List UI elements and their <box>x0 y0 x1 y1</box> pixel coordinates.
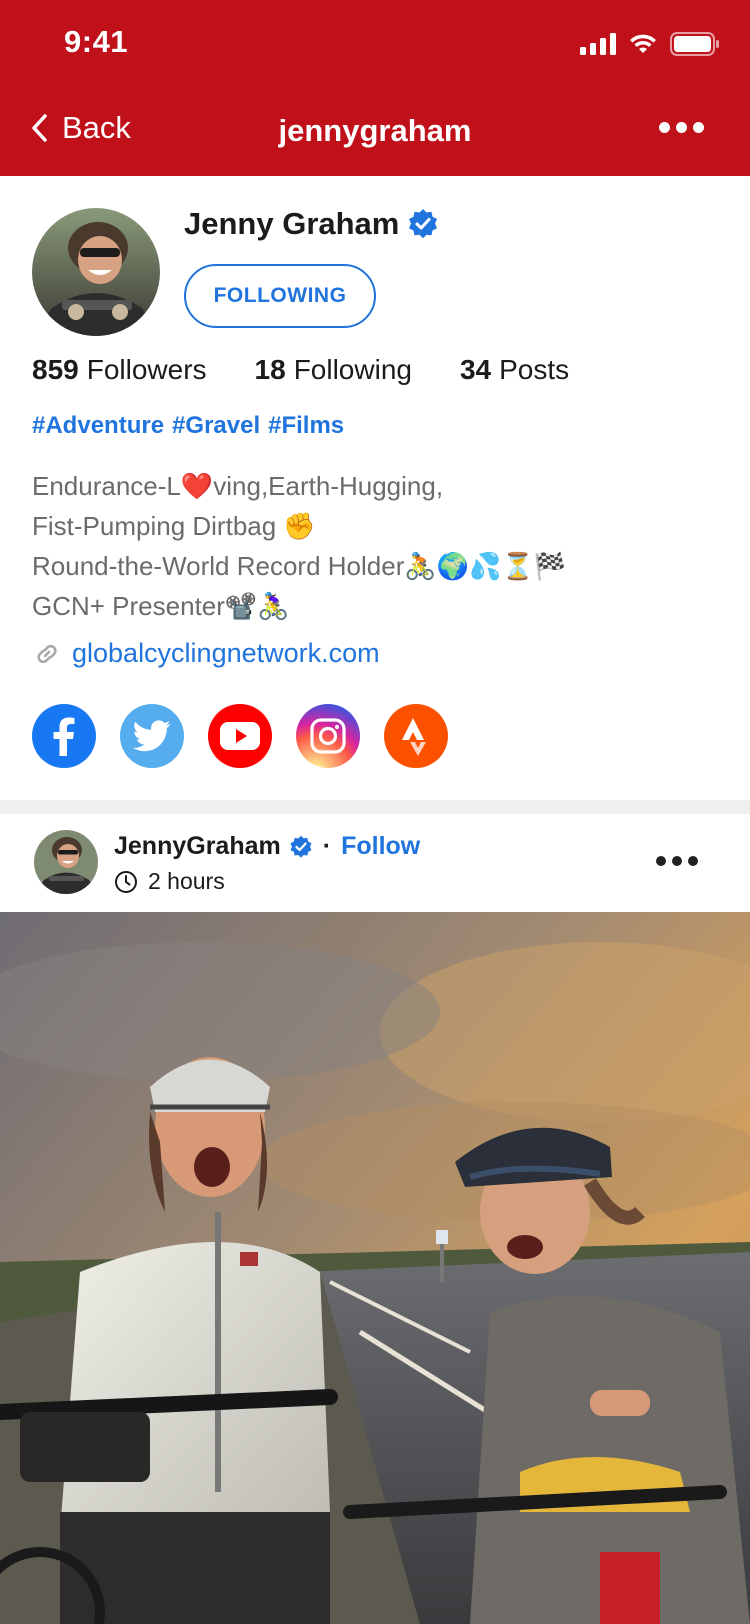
website-url: globalcyclingnetwork.com <box>72 638 380 668</box>
status-icons <box>580 32 720 56</box>
stat-followers[interactable]: 859 Followers <box>32 354 207 386</box>
stat-following[interactable]: 18 Following <box>255 354 412 386</box>
wifi-icon <box>628 33 658 55</box>
verified-badge-icon <box>290 835 312 858</box>
bio-line: Fist-Pumping Dirtbag ✊ <box>32 511 316 541</box>
post-author-row: JennyGraham · Follow <box>114 832 420 861</box>
following-button[interactable]: FOLLOWING <box>184 264 376 328</box>
signal-icon <box>580 33 616 55</box>
profile-stats: 859 Followers 18 Following 34 Posts <box>32 354 617 386</box>
youtube-icon[interactable] <box>208 704 272 768</box>
bio-line: Endurance-L❤️ving,Earth-Hugging, <box>32 471 444 501</box>
post-time-text: 2 hours <box>148 868 225 894</box>
website-link[interactable]: globalcyclingnetwork.com <box>32 638 380 669</box>
following-label: Following <box>293 354 412 385</box>
hashtag-adventure[interactable]: #Adventure <box>32 412 164 440</box>
post-author-name[interactable]: JennyGraham <box>114 832 281 861</box>
hashtag-list: #Adventure #Gravel #Films <box>32 412 344 440</box>
link-icon <box>37 644 57 663</box>
more-options-button[interactable] <box>659 122 704 133</box>
profile-name: Jenny Graham <box>184 206 400 241</box>
profile-name-row: Jenny Graham <box>184 206 439 242</box>
separator-dot: · <box>322 832 332 860</box>
profile-bio: Endurance-L❤️ving,Earth-Hugging, Fist-Pu… <box>32 466 566 626</box>
strava-icon[interactable] <box>384 704 448 768</box>
instagram-icon[interactable] <box>296 704 360 768</box>
facebook-icon[interactable] <box>32 704 96 768</box>
post-more-options-button[interactable] <box>656 856 698 866</box>
battery-icon <box>670 32 720 56</box>
post-header: JennyGraham · Follow 2 hours <box>0 814 750 912</box>
stat-posts[interactable]: 34 Posts <box>460 354 569 386</box>
posts-label: Posts <box>499 354 570 385</box>
hashtag-gravel[interactable]: #Gravel <box>172 412 260 440</box>
status-time: 9:41 <box>64 24 129 59</box>
followers-count: 859 <box>32 354 79 385</box>
posts-count: 34 <box>459 354 492 385</box>
section-divider <box>0 800 750 814</box>
top-bar: 9:41 Back jennygraham <box>0 0 750 176</box>
post-timestamp: 2 hours <box>114 868 225 895</box>
followers-label: Followers <box>86 354 207 385</box>
post-photo[interactable] <box>0 912 750 1624</box>
page-title: jennygraham <box>278 113 472 148</box>
twitter-icon[interactable] <box>120 704 184 768</box>
follow-link[interactable]: Follow <box>341 832 420 861</box>
bio-line: GCN+ Presenter📽️🚴‍♀️ <box>32 591 290 621</box>
hashtag-films[interactable]: #Films <box>268 412 344 440</box>
avatar[interactable] <box>32 208 160 336</box>
profile-section: Jenny Graham FOLLOWING 859 Followers 18 … <box>0 176 750 800</box>
social-links <box>32 704 448 768</box>
clock-icon <box>115 870 137 893</box>
post-author-avatar[interactable] <box>34 830 98 894</box>
following-count: 18 <box>254 354 286 385</box>
bio-line: Round-the-World Record Holder🚴🌍💦⏳🏁 <box>32 551 567 581</box>
verified-badge-icon <box>409 209 438 239</box>
